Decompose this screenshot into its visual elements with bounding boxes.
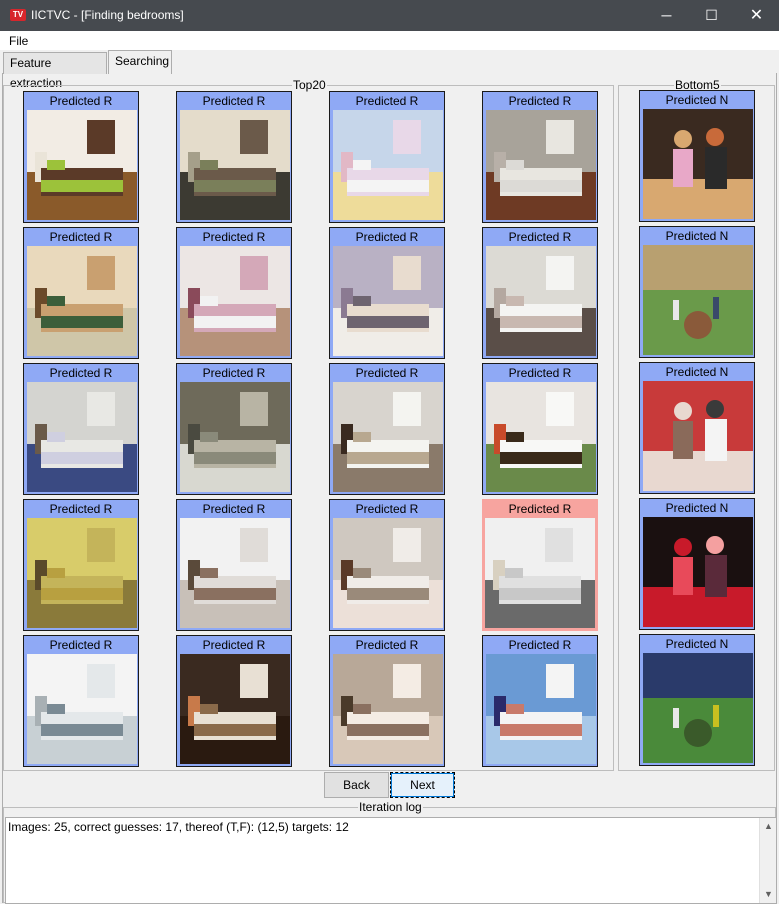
bottom-result-card[interactable]: Predicted N xyxy=(639,498,755,630)
thumbnail-image xyxy=(643,381,753,491)
top-result-card[interactable]: Predicted R xyxy=(176,499,292,631)
card-label: Predicted R xyxy=(49,502,113,516)
thumbnail-image xyxy=(180,110,290,220)
thumbnail-image xyxy=(180,518,290,628)
thumbnail-image xyxy=(180,654,290,764)
thumbnail-image xyxy=(486,246,596,356)
next-button[interactable]: Next xyxy=(390,772,455,798)
top-result-card[interactable]: Predicted R xyxy=(176,227,292,359)
card-label: Predicted R xyxy=(355,94,419,108)
top-result-card[interactable]: Predicted R xyxy=(329,635,445,767)
top-results-label: Top20 xyxy=(292,78,327,92)
top-result-card[interactable]: Predicted R xyxy=(482,635,598,767)
card-label: Predicted R xyxy=(202,94,266,108)
thumbnail-image xyxy=(333,518,443,628)
thumbnail-image xyxy=(180,382,290,492)
maximize-button[interactable]: ☐ xyxy=(689,0,734,31)
back-button[interactable]: Back xyxy=(324,772,389,798)
scroll-down-icon[interactable]: ▼ xyxy=(760,886,777,903)
card-label: Predicted N xyxy=(665,637,729,651)
thumbnail-image xyxy=(333,654,443,764)
thumbnail-image xyxy=(27,246,137,356)
scroll-up-icon[interactable]: ▲ xyxy=(760,818,777,835)
iteration-log-text: Images: 25, correct guesses: 17, thereof… xyxy=(8,820,349,834)
thumbnail-image xyxy=(333,110,443,220)
menu-bar: File xyxy=(0,31,779,50)
tab-feature-extraction[interactable]: Feature extraction xyxy=(3,52,107,90)
top-result-card[interactable]: Predicted R xyxy=(23,635,139,767)
title-bar: TV IICTVC - [Finding bedrooms] ─ ☐ ✕ xyxy=(0,0,779,31)
card-label: Predicted R xyxy=(508,366,572,380)
thumbnail-image xyxy=(27,382,137,492)
card-label: Predicted N xyxy=(665,93,729,107)
bottom-result-card[interactable]: Predicted N xyxy=(639,226,755,358)
top-result-card[interactable]: Predicted R xyxy=(23,363,139,495)
tab-bar: Feature extraction Searching xyxy=(0,50,779,90)
card-label: Predicted R xyxy=(202,502,266,516)
thumbnail-image xyxy=(486,654,596,764)
top-result-card[interactable]: Predicted R xyxy=(329,91,445,223)
thumbnail-image xyxy=(27,654,137,764)
thumbnail-image xyxy=(486,382,596,492)
card-label: Predicted N xyxy=(665,501,729,515)
top-result-card[interactable]: Predicted R xyxy=(329,227,445,359)
card-label: Predicted R xyxy=(202,638,266,652)
card-label: Predicted R xyxy=(202,230,266,244)
top-result-card[interactable]: Predicted R xyxy=(23,227,139,359)
thumbnail-image xyxy=(27,110,137,220)
top-result-card[interactable]: Predicted R xyxy=(176,363,292,495)
log-scrollbar[interactable]: ▲ ▼ xyxy=(759,818,776,903)
minimize-button[interactable]: ─ xyxy=(644,0,689,31)
thumbnail-image xyxy=(180,246,290,356)
card-label: Predicted R xyxy=(202,366,266,380)
card-label: Predicted R xyxy=(508,502,572,516)
card-label: Predicted R xyxy=(49,94,113,108)
thumbnail-image xyxy=(643,245,753,355)
bottom-result-card[interactable]: Predicted N xyxy=(639,362,755,494)
iteration-log-label: Iteration log xyxy=(358,800,423,814)
thumbnail-image xyxy=(643,109,753,219)
bottom-result-card[interactable]: Predicted N xyxy=(639,634,755,766)
card-label: Predicted R xyxy=(508,230,572,244)
top-result-card[interactable]: Predicted R xyxy=(176,635,292,767)
card-label: Predicted R xyxy=(355,366,419,380)
top-result-card[interactable]: Predicted R xyxy=(23,499,139,631)
card-label: Predicted N xyxy=(665,229,729,243)
thumbnail-image xyxy=(643,517,753,627)
card-label: Predicted R xyxy=(508,638,572,652)
top-result-card[interactable]: Predicted R xyxy=(482,499,598,631)
thumbnail-image xyxy=(486,110,596,220)
card-label: Predicted R xyxy=(355,638,419,652)
bottom-result-card[interactable]: Predicted N xyxy=(639,90,755,222)
top-result-card[interactable]: Predicted R xyxy=(482,227,598,359)
card-label: Predicted R xyxy=(49,230,113,244)
thumbnail-image xyxy=(333,382,443,492)
card-label: Predicted R xyxy=(508,94,572,108)
iteration-log-textarea[interactable]: Images: 25, correct guesses: 17, thereof… xyxy=(5,817,777,904)
top-result-card[interactable]: Predicted R xyxy=(482,363,598,495)
top-result-card[interactable]: Predicted R xyxy=(176,91,292,223)
card-label: Predicted R xyxy=(355,230,419,244)
thumbnail-image xyxy=(643,653,753,763)
top-result-card[interactable]: Predicted R xyxy=(329,499,445,631)
app-icon: TV xyxy=(10,9,26,21)
window-title: IICTVC - [Finding bedrooms] xyxy=(31,8,184,22)
close-button[interactable]: ✕ xyxy=(734,0,779,31)
thumbnail-image xyxy=(485,518,597,628)
thumbnail-image xyxy=(333,246,443,356)
menu-file[interactable]: File xyxy=(9,34,28,48)
top-result-card[interactable]: Predicted R xyxy=(23,91,139,223)
card-label: Predicted R xyxy=(49,638,113,652)
top-result-card[interactable]: Predicted R xyxy=(329,363,445,495)
card-label: Predicted N xyxy=(665,365,729,379)
tab-searching[interactable]: Searching xyxy=(108,50,172,74)
card-label: Predicted R xyxy=(49,366,113,380)
top-result-card[interactable]: Predicted R xyxy=(482,91,598,223)
thumbnail-image xyxy=(27,518,137,628)
card-label: Predicted R xyxy=(355,502,419,516)
